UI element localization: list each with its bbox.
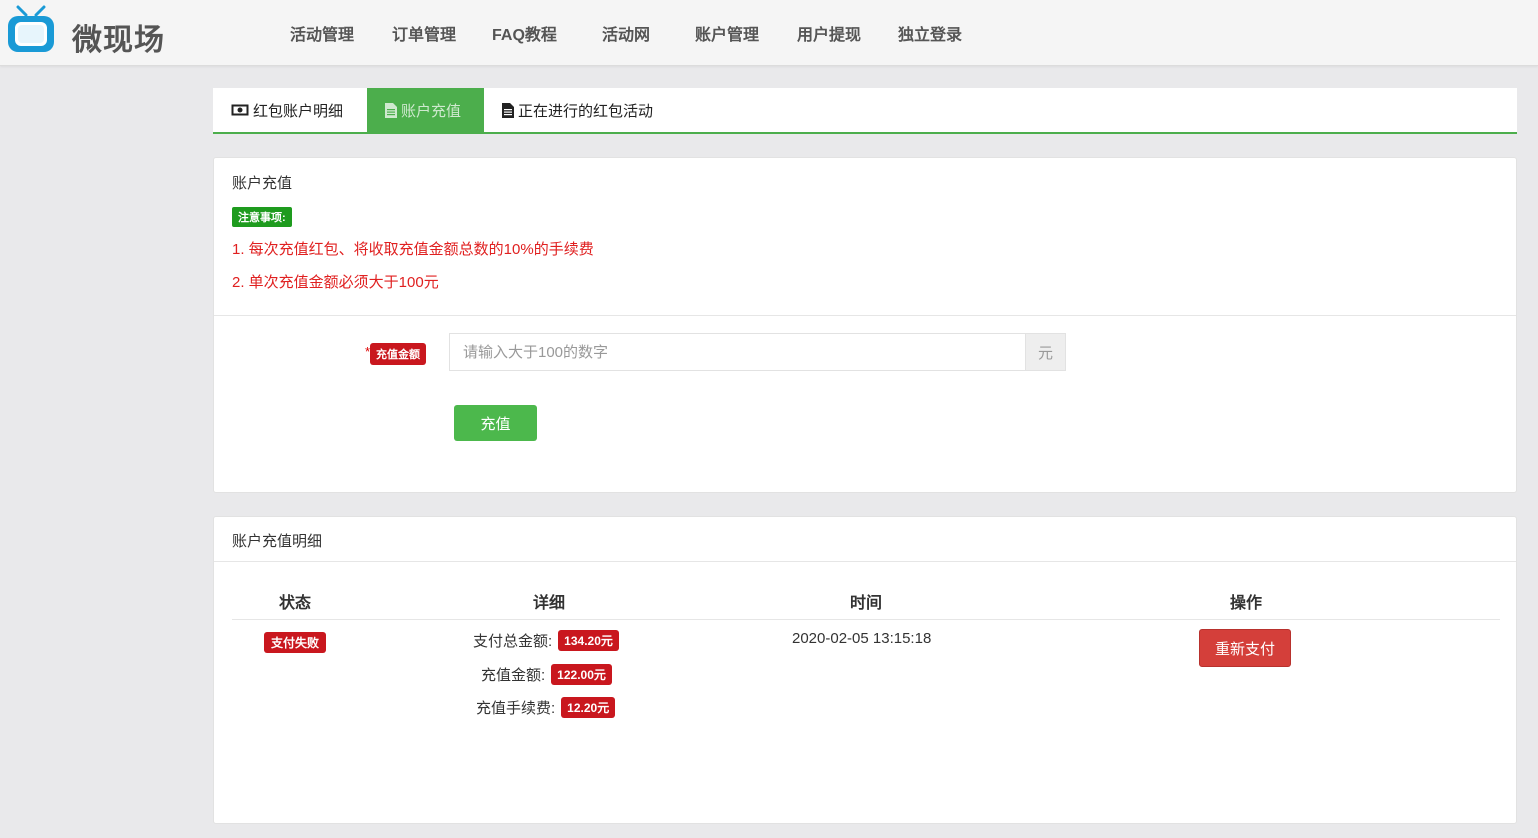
nav-account-management[interactable]: 账户管理 — [695, 21, 759, 45]
panel-title: 账户充值 — [232, 175, 293, 192]
column-header-details: 详细 — [532, 595, 566, 612]
column-header-status: 状态 — [278, 595, 312, 612]
tab-label: 红包账户明细 — [253, 102, 344, 120]
document-icon — [502, 102, 514, 118]
tab-account-recharge[interactable]: 账户充值 — [367, 88, 484, 132]
nav-faq-tutorial[interactable]: FAQ教程 — [492, 21, 557, 45]
amount-input[interactable] — [449, 333, 1025, 371]
notice-badge: 注意事项: — [232, 207, 292, 227]
status-badge: 支付失败 — [264, 632, 327, 653]
column-header-time: 时间 — [849, 595, 883, 612]
detail-total-amount: 支付总金额: 134.20元 — [473, 630, 619, 651]
nav-user-withdraw[interactable]: 用户提现 — [797, 21, 861, 45]
money-icon — [231, 104, 249, 116]
logo-text: 微现场 — [72, 23, 165, 58]
divider — [214, 315, 1516, 316]
notice-item: 2. 单次充值金额必须大于100元 — [232, 274, 439, 291]
nav-order-management[interactable]: 订单管理 — [392, 21, 456, 45]
repay-button[interactable]: 重新支付 — [1199, 629, 1291, 667]
detail-value: 122.00元 — [551, 664, 612, 685]
table-header-divider — [232, 619, 1500, 620]
tab-ongoing-redpacket-activities[interactable]: 正在进行的红包活动 — [484, 88, 671, 132]
nav-standalone-login[interactable]: 独立登录 — [898, 21, 962, 45]
tab-label: 账户充值 — [401, 102, 462, 120]
account-tabs: 红包账户明细 账户充值 正在进行的红包活动 — [213, 88, 1517, 134]
detail-label: 支付总金额: — [473, 633, 553, 650]
nav-activity-management[interactable]: 活动管理 — [290, 21, 354, 45]
amount-label: 充值金额 — [370, 343, 426, 365]
detail-label: 充值金额: — [481, 667, 546, 684]
tv-logo-icon — [8, 5, 54, 52]
document-icon — [385, 102, 397, 118]
site-logo[interactable]: 微现场 — [6, 5, 166, 58]
recharge-history-panel: 账户充值明细 状态 详细 时间 操作 支付失败 支付总金额: 134.20元 充… — [213, 516, 1517, 824]
tab-redpacket-details[interactable]: 红包账户明细 — [213, 88, 361, 132]
recharge-panel: 账户充值 注意事项: 1. 每次充值红包、将收取充值金额总数的10%的手续费 2… — [213, 157, 1517, 493]
detail-recharge-fee: 充值手续费: 12.20元 — [476, 697, 616, 718]
nav-activity-site[interactable]: 活动网 — [602, 21, 650, 45]
divider — [214, 561, 1516, 562]
detail-label: 充值手续费: — [476, 700, 556, 717]
time-cell: 2020-02-05 13:15:18 — [792, 630, 932, 647]
notice-item: 1. 每次充值红包、将收取充值金额总数的10%的手续费 — [232, 241, 594, 258]
amount-input-group: 元 — [449, 333, 1066, 371]
detail-recharge-amount: 充值金额: 122.00元 — [481, 664, 612, 685]
recharge-button[interactable]: 充值 — [454, 405, 537, 441]
panel-title: 账户充值明细 — [232, 533, 323, 550]
top-navbar: 微现场 活动管理 订单管理 FAQ教程 活动网 账户管理 用户提现 独立登录 — [0, 0, 1538, 66]
column-header-action: 操作 — [1229, 595, 1263, 612]
detail-value: 134.20元 — [558, 630, 619, 651]
tab-label: 正在进行的红包活动 — [518, 102, 654, 120]
detail-value: 12.20元 — [561, 697, 616, 718]
unit-addon: 元 — [1025, 333, 1066, 371]
